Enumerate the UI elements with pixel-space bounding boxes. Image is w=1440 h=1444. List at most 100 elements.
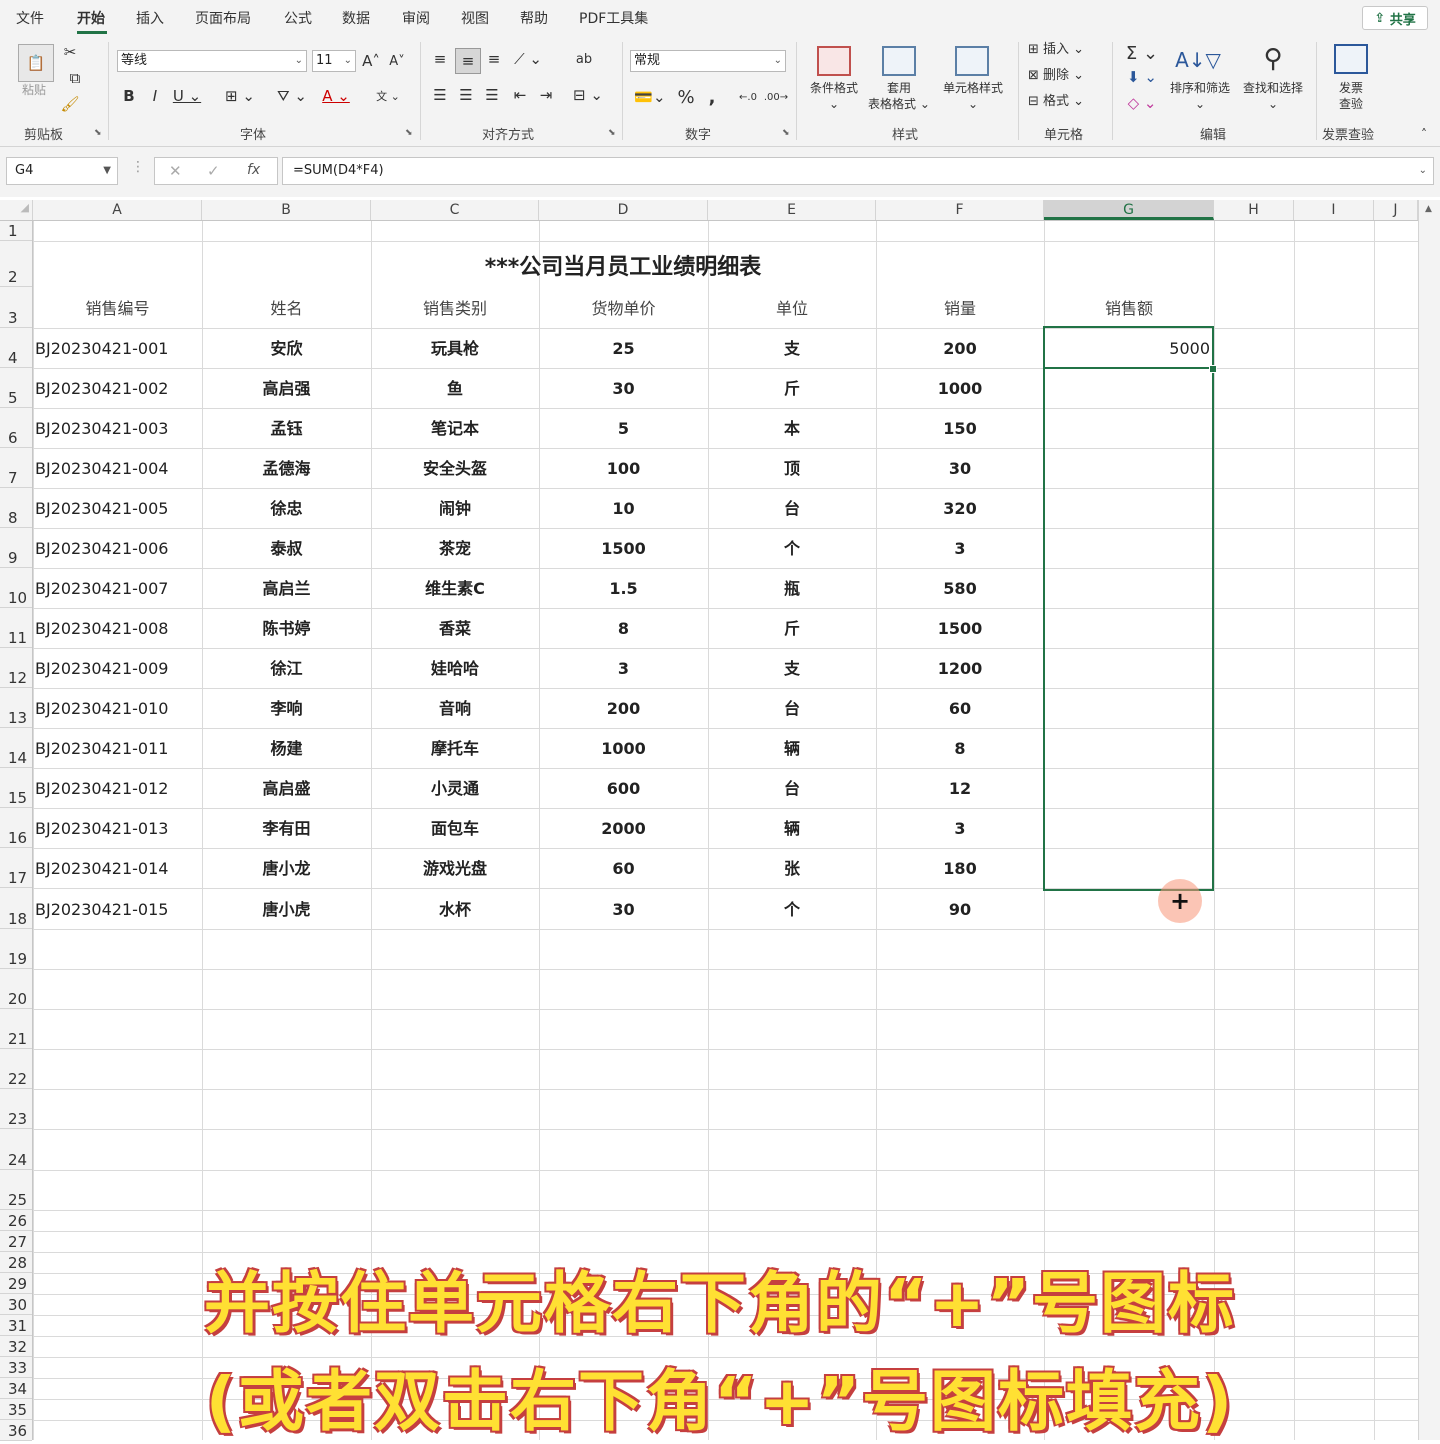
increase-decimal-icon[interactable]: ←.0 [736, 86, 760, 108]
clear-icon[interactable]: ◇ ⌄ [1124, 92, 1160, 114]
row-header-8[interactable]: 8 [0, 488, 32, 528]
table-cell[interactable]: 30 [539, 368, 708, 408]
tab-help[interactable]: 帮助 [520, 8, 548, 28]
table-cell[interactable]: BJ20230421-010 [33, 688, 202, 728]
table-cell[interactable]: 唐小龙 [202, 848, 371, 888]
table-cell[interactable]: 顶 [708, 448, 876, 488]
table-cell[interactable] [1044, 448, 1214, 488]
more-options-icon[interactable]: ⋮ [131, 159, 145, 175]
fill-icon[interactable]: ⬇ ⌄ [1124, 66, 1160, 88]
table-cell[interactable] [1044, 728, 1214, 768]
row-header-1[interactable]: 1 [0, 221, 32, 241]
row-header-21[interactable]: 21 [0, 1009, 32, 1049]
clipboard-launcher-icon[interactable]: ⬊ [94, 128, 102, 138]
wrap-text-icon[interactable]: ab [574, 48, 594, 70]
table-cell[interactable]: 音响 [371, 688, 539, 728]
column-header-e[interactable]: E [708, 200, 876, 220]
formula-input[interactable]: =SUM(D4*F4) ⌄ [282, 157, 1434, 185]
tab-file[interactable]: 文件 [16, 8, 44, 28]
table-cell[interactable]: 斤 [708, 608, 876, 648]
align-center-icon[interactable]: ☰ [456, 84, 476, 106]
phonetic-icon[interactable]: 文 ⌄ [370, 86, 406, 106]
increase-indent-icon[interactable]: ⇥ [536, 84, 556, 106]
comma-style-icon[interactable]: , [704, 86, 720, 108]
table-cell[interactable]: 320 [876, 488, 1044, 528]
table-cell[interactable]: 150 [876, 408, 1044, 448]
format-as-table-label[interactable]: 套用 表格格式 ⌄ [862, 80, 936, 112]
format-cells-button[interactable]: ⊟ 格式 ⌄ [1028, 94, 1102, 110]
tab-insert[interactable]: 插入 [136, 8, 164, 28]
table-cell[interactable]: 娃哈哈 [371, 648, 539, 688]
table-cell[interactable]: 8 [876, 728, 1044, 768]
table-cell[interactable]: 5000 [1044, 328, 1214, 368]
row-header-20[interactable]: 20 [0, 969, 32, 1009]
font-color-icon[interactable]: A ⌄ [318, 86, 354, 106]
table-cell[interactable]: BJ20230421-005 [33, 488, 202, 528]
header-cell[interactable]: 货物单价 [539, 287, 708, 328]
table-cell[interactable]: 杨建 [202, 728, 371, 768]
table-cell[interactable]: BJ20230421-004 [33, 448, 202, 488]
table-cell[interactable]: 李有田 [202, 808, 371, 848]
row-header-9[interactable]: 9 [0, 528, 32, 568]
cut-icon[interactable]: ✂ [60, 42, 80, 62]
table-cell[interactable]: 小灵通 [371, 768, 539, 808]
table-cell[interactable]: 2000 [539, 808, 708, 848]
row-header-12[interactable]: 12 [0, 648, 32, 688]
column-header-g[interactable]: G [1044, 200, 1214, 220]
table-cell[interactable]: 孟钰 [202, 408, 371, 448]
align-top-icon[interactable]: ≡ [430, 48, 450, 70]
tab-page-layout[interactable]: 页面布局 [195, 8, 251, 28]
table-cell[interactable]: 安全头盔 [371, 448, 539, 488]
table-cell[interactable]: 香菜 [371, 608, 539, 648]
table-cell[interactable] [1044, 368, 1214, 408]
table-cell[interactable]: 12 [876, 768, 1044, 808]
table-cell[interactable]: 1000 [539, 728, 708, 768]
cell-styles-label[interactable]: 单元格样式 ⌄ [934, 80, 1012, 112]
italic-icon[interactable]: I [146, 86, 164, 106]
copy-icon[interactable]: ⧉ [60, 68, 90, 88]
table-cell[interactable] [1044, 408, 1214, 448]
header-cell[interactable]: 销量 [876, 287, 1044, 328]
row-header-19[interactable]: 19 [0, 929, 32, 969]
table-cell[interactable]: BJ20230421-009 [33, 648, 202, 688]
table-cell[interactable]: BJ20230421-008 [33, 608, 202, 648]
align-left-icon[interactable]: ☰ [430, 84, 450, 106]
alignment-launcher-icon[interactable]: ⬊ [608, 128, 616, 138]
table-cell[interactable]: 3 [876, 528, 1044, 568]
table-cell[interactable]: 游戏光盘 [371, 848, 539, 888]
table-cell[interactable]: 斤 [708, 368, 876, 408]
table-cell[interactable]: 台 [708, 688, 876, 728]
name-box[interactable]: G4 ▼ [6, 157, 118, 185]
table-cell[interactable]: 1500 [876, 608, 1044, 648]
table-cell[interactable]: 唐小虎 [202, 888, 371, 929]
increase-font-icon[interactable]: A˄ [360, 50, 382, 72]
insert-cells-button[interactable]: ⊞ 插入 ⌄ [1028, 42, 1102, 58]
table-cell[interactable]: 3 [539, 648, 708, 688]
table-cell[interactable]: 高启强 [202, 368, 371, 408]
select-all-corner[interactable]: ◢ [0, 200, 33, 220]
table-cell[interactable]: 辆 [708, 728, 876, 768]
table-cell[interactable]: 25 [539, 328, 708, 368]
table-cell[interactable]: 1200 [876, 648, 1044, 688]
tab-formulas[interactable]: 公式 [284, 8, 312, 28]
row-header-25[interactable]: 25 [0, 1170, 32, 1210]
table-cell[interactable]: BJ20230421-001 [33, 328, 202, 368]
font-size-select[interactable]: 11 ⌄ [312, 50, 356, 72]
invoice-check-icon[interactable] [1334, 44, 1368, 74]
row-header-16[interactable]: 16 [0, 808, 32, 848]
table-cell[interactable]: 张 [708, 848, 876, 888]
table-cell[interactable]: 徐忠 [202, 488, 371, 528]
row-header-6[interactable]: 6 [0, 408, 32, 448]
bold-icon[interactable]: B [120, 86, 138, 106]
row-header-18[interactable]: 18 [0, 888, 32, 929]
fill-handle[interactable] [1209, 365, 1217, 373]
number-format-select[interactable]: 常规 ⌄ [630, 50, 786, 72]
invoice-check-label[interactable]: 发票 查验 [1326, 80, 1376, 112]
table-cell[interactable]: 个 [708, 528, 876, 568]
column-header-j[interactable]: J [1374, 200, 1418, 220]
table-cell[interactable]: BJ20230421-007 [33, 568, 202, 608]
row-header-23[interactable]: 23 [0, 1089, 32, 1129]
header-cell[interactable]: 销售类别 [371, 287, 539, 328]
row-header-5[interactable]: 5 [0, 368, 32, 408]
tab-view[interactable]: 视图 [461, 8, 489, 28]
